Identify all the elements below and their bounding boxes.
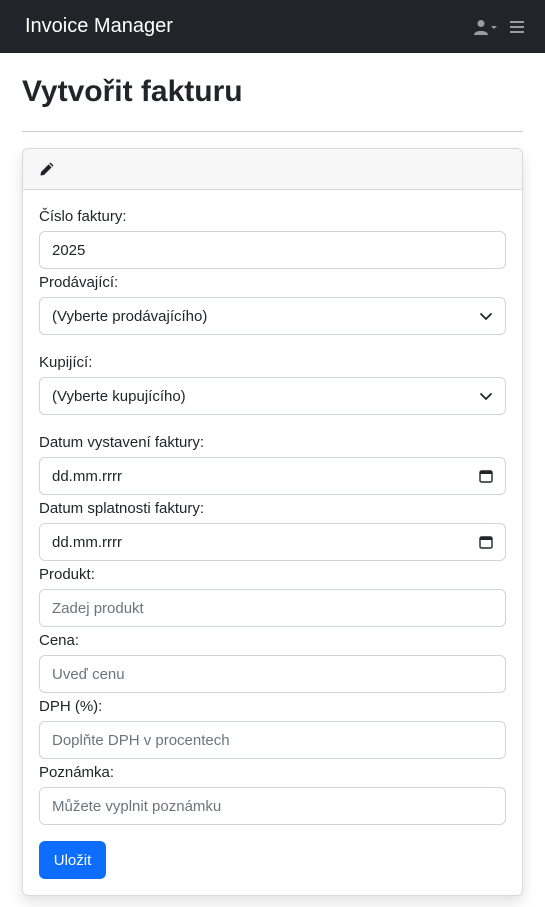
seller-label: Prodávající: bbox=[39, 274, 119, 291]
chevron-down-icon bbox=[480, 313, 492, 320]
save-button[interactable]: Uložit bbox=[39, 841, 106, 879]
invoice-number-value: 2025 bbox=[52, 241, 86, 259]
note-placeholder: Můžete vyplnit poznámku bbox=[52, 797, 222, 815]
product-placeholder: Zadej produkt bbox=[52, 599, 144, 617]
invoice-form-card: Číslo faktury: 2025 Prodávající: (Vybert… bbox=[22, 148, 523, 896]
buyer-select[interactable]: (Vyberte kupujícího) bbox=[39, 377, 506, 415]
note-input[interactable]: Můžete vyplnit poznámku bbox=[39, 787, 506, 825]
navbar-actions bbox=[473, 19, 525, 35]
page-title: Vytvořit fakturu bbox=[22, 75, 243, 108]
due-date-label: Datum splatnosti faktury: bbox=[39, 500, 205, 517]
page-header: Vytvořit fakturu bbox=[22, 53, 523, 131]
vat-group: DPH (%): Doplňte DPH v procentech bbox=[39, 697, 506, 759]
product-group: Produkt: Zadej produkt bbox=[39, 565, 506, 627]
issue-date-input[interactable]: dd.mm.rrrr bbox=[39, 457, 506, 495]
note-label: Poznámka: bbox=[39, 764, 115, 781]
vat-placeholder: Doplňte DPH v procentech bbox=[52, 731, 230, 749]
buyer-selected-value: (Vyberte kupujícího) bbox=[52, 387, 186, 405]
invoice-number-group: Číslo faktury: 2025 bbox=[39, 207, 506, 269]
due-date-placeholder: dd.mm.rrrr bbox=[52, 533, 122, 551]
price-input[interactable]: Uveď cenu bbox=[39, 655, 506, 693]
caret-down-icon bbox=[491, 25, 497, 29]
seller-group: Prodávající: (Vyberte prodávajícího) bbox=[39, 273, 506, 335]
calendar-icon[interactable] bbox=[479, 469, 493, 483]
note-group: Poznámka: Můžete vyplnit poznámku bbox=[39, 763, 506, 825]
buyer-label: Kupijící: bbox=[39, 354, 93, 371]
issue-date-placeholder: dd.mm.rrrr bbox=[52, 467, 122, 485]
seller-selected-value: (Vyberte prodávajícího) bbox=[52, 307, 208, 325]
app-brand[interactable]: Invoice Manager bbox=[25, 15, 173, 38]
product-input[interactable]: Zadej produkt bbox=[39, 589, 506, 627]
product-label: Produkt: bbox=[39, 566, 95, 583]
user-icon bbox=[474, 19, 488, 35]
chevron-down-icon bbox=[480, 393, 492, 400]
invoice-number-label: Číslo faktury: bbox=[39, 208, 127, 225]
vat-label: DPH (%): bbox=[39, 698, 103, 715]
due-date-input[interactable]: dd.mm.rrrr bbox=[39, 523, 506, 561]
pencil-icon bbox=[40, 162, 54, 176]
price-label: Cena: bbox=[39, 632, 80, 649]
buyer-group: Kupijící: (Vyberte kupujícího) bbox=[39, 353, 506, 415]
price-placeholder: Uveď cenu bbox=[52, 665, 125, 683]
invoice-form: Číslo faktury: 2025 Prodávající: (Vybert… bbox=[23, 190, 522, 895]
calendar-icon[interactable] bbox=[479, 535, 493, 549]
navbar: Invoice Manager bbox=[0, 0, 545, 53]
invoice-number-input[interactable]: 2025 bbox=[39, 231, 506, 269]
issue-date-label: Datum vystavení faktury: bbox=[39, 434, 205, 451]
divider bbox=[22, 131, 523, 132]
seller-select[interactable]: (Vyberte prodávajícího) bbox=[39, 297, 506, 335]
hamburger-icon bbox=[510, 20, 524, 33]
issue-date-group: Datum vystavení faktury: dd.mm.rrrr bbox=[39, 433, 506, 495]
user-menu-toggle[interactable] bbox=[473, 19, 499, 35]
main-container: Vytvořit fakturu Číslo faktury: 2025 Pro… bbox=[0, 53, 545, 896]
vat-input[interactable]: Doplňte DPH v procentech bbox=[39, 721, 506, 759]
menu-button[interactable] bbox=[509, 20, 525, 34]
price-group: Cena: Uveď cenu bbox=[39, 631, 506, 693]
card-header bbox=[23, 149, 522, 190]
due-date-group: Datum splatnosti faktury: dd.mm.rrrr bbox=[39, 499, 506, 561]
